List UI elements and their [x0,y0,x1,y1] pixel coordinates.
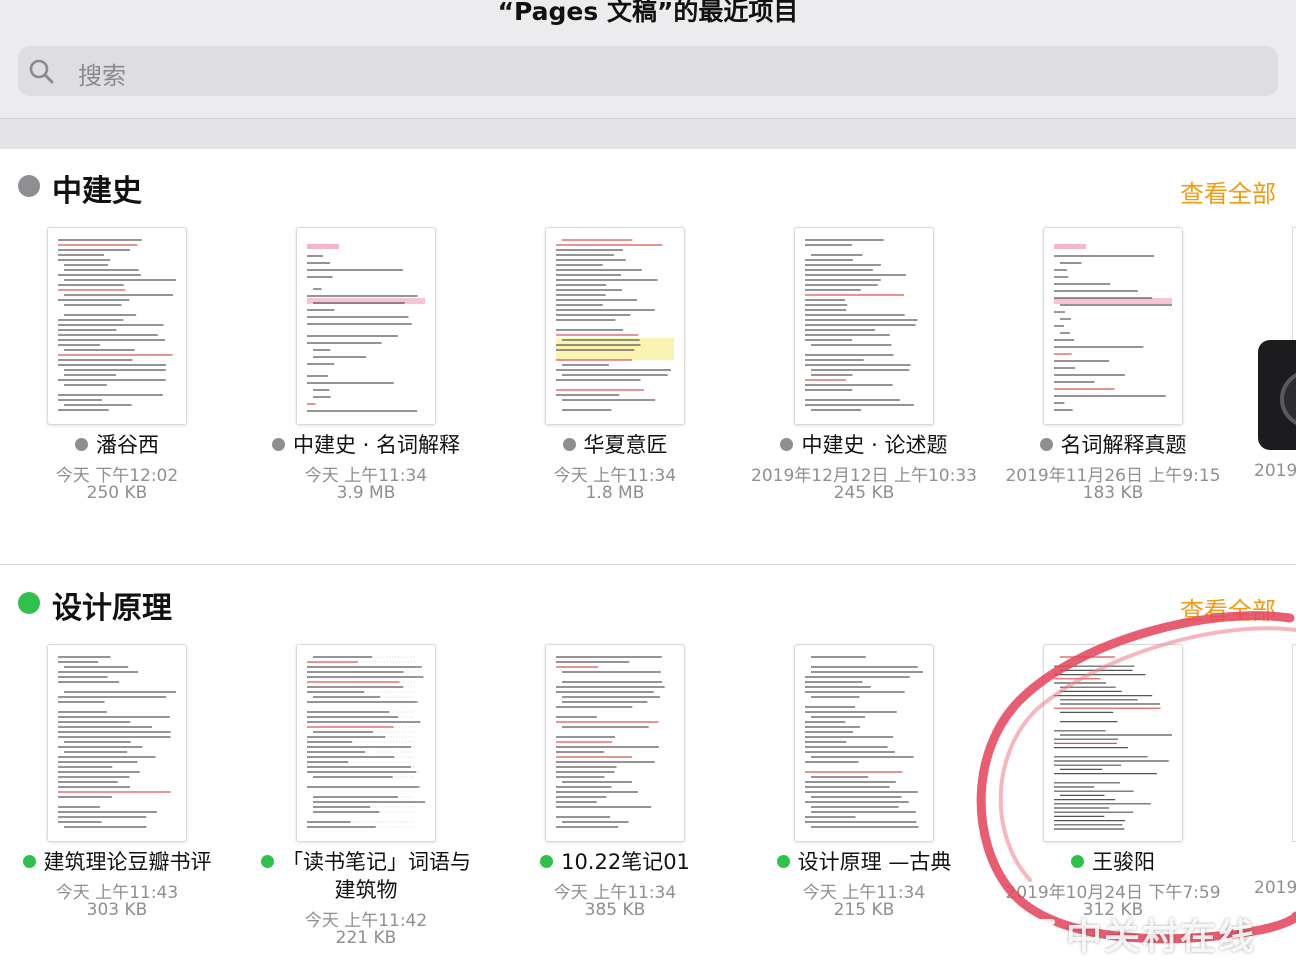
document-thumbnail[interactable] [545,227,685,425]
document-name: 名词解释真题 [968,431,1258,459]
tag-green-icon [18,592,40,614]
document-thumbnail[interactable] [47,227,187,425]
camera-lens-icon [1280,370,1296,428]
watermark-logo-icon [1026,919,1058,941]
see-all-link[interactable]: 查看全部 [1180,174,1276,209]
tag-gray-icon [75,437,88,451]
document-name: 「读书笔记」词语与 建筑物 [221,848,511,904]
document-name: 10.22笔记01 [470,848,760,876]
document-size: 3.9 MB [336,483,396,503]
document-size: 221 KB [335,928,397,948]
section-divider [0,564,1296,565]
document-size: 183 KB [1082,483,1144,503]
camera-widget[interactable] [1258,340,1296,450]
document-size: 385 KB [584,900,646,920]
document-size: 1.8 MB [585,483,645,503]
tag-green-icon [776,854,790,868]
search-icon [29,59,54,84]
document-thumbnail[interactable] [296,227,436,425]
document-date-partial: 2019 [1254,461,1296,481]
tag-gray-icon [18,175,40,197]
tag-green-icon [22,854,36,868]
section-title: 中建史 [52,174,142,209]
document-thumbnail[interactable] [545,644,685,842]
tag-green-icon [261,854,274,868]
window-title: “Pages 文稿”的最近项目 [497,0,799,26]
top-bar: “Pages 文稿”的最近项目 搜索 [0,0,1296,118]
document-name: 华夏意匠 [470,431,760,459]
search-field[interactable]: 搜索 [18,46,1278,96]
document-thumbnail[interactable] [794,644,934,842]
document-thumbnail[interactable] [1043,227,1183,425]
tag-gray-icon [562,437,576,451]
document-thumbnail[interactable] [47,644,187,842]
document-thumbnail[interactable] [296,644,436,842]
separator-band [0,118,1296,149]
document-name: 中建史 · 论述题 [719,431,1009,459]
watermark: 中关村在线 [1066,917,1257,958]
tag-gray-icon [271,437,285,451]
tag-green-icon [540,854,554,868]
tag-gray-icon [1039,437,1053,451]
document-thumbnail[interactable] [794,227,934,425]
search-placeholder[interactable]: 搜索 [78,56,126,91]
document-name: 中建史 · 名词解释 [221,431,511,459]
section-title: 设计原理 [52,591,172,626]
tag-gray-icon [780,437,794,451]
annotation-circle [976,611,1296,944]
document-size: 245 KB [833,483,895,503]
